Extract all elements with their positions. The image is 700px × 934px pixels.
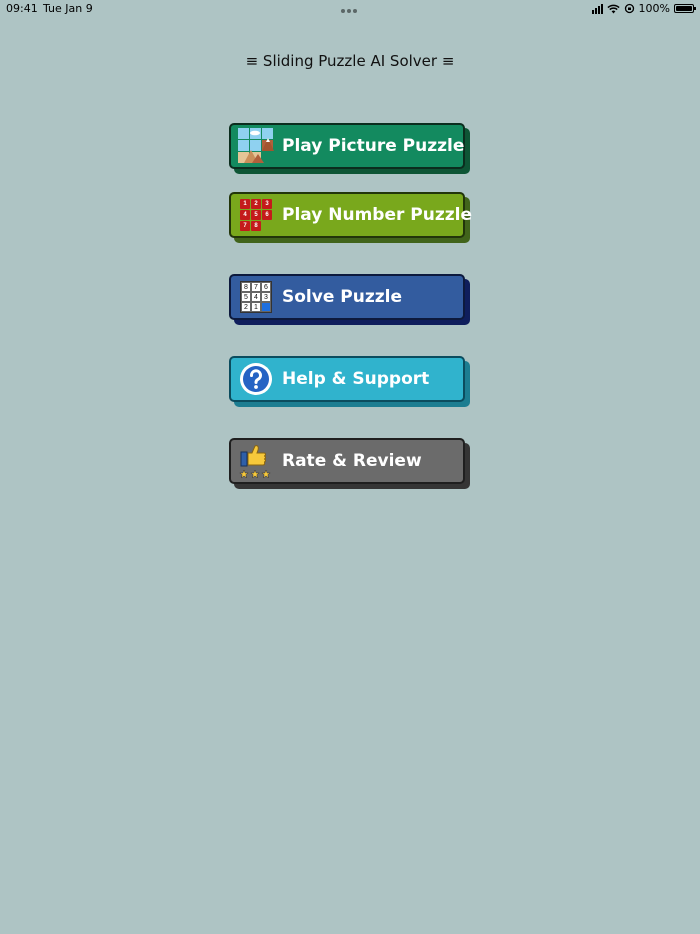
number-tile: 4 (240, 210, 250, 220)
play-picture-puzzle-label: Play Picture Puzzle (282, 136, 465, 156)
question-icon (238, 361, 274, 397)
solve-grid: 8 7 6 5 4 3 2 1 (240, 281, 272, 313)
battery-icon (674, 4, 696, 13)
number-tile: 8 (251, 221, 261, 231)
help-support-button[interactable]: Help & Support (229, 356, 465, 402)
multitasking-dots-icon[interactable] (341, 9, 357, 13)
play-number-puzzle-label: Play Number Puzzle (282, 205, 472, 225)
solve-puzzle-label: Solve Puzzle (282, 287, 402, 307)
status-date: Tue Jan 9 (43, 2, 93, 15)
app-title: ≡ Sliding Puzzle AI Solver ≡ (245, 52, 455, 70)
number-tile: 5 (251, 210, 261, 220)
wifi-icon (606, 4, 620, 13)
number-tile: 2 (251, 199, 261, 209)
number-tile: 7 (240, 221, 250, 231)
number-tile: 1 (240, 199, 250, 209)
battery-percentage: 100% (638, 2, 670, 15)
orientation-lock-icon (624, 3, 634, 14)
cellular-signal-icon (591, 3, 603, 14)
solve-grid-icon: 8 7 6 5 4 3 2 1 (238, 279, 274, 315)
solve-blank-tile (261, 302, 271, 312)
solve-tile: 3 (261, 292, 271, 302)
status-indicators: 100% (591, 2, 696, 15)
picture-puzzle-icon (238, 128, 274, 164)
solve-tile: 6 (261, 282, 271, 292)
solve-puzzle-button[interactable]: 8 7 6 5 4 3 2 1 Solve Puzzle (229, 274, 465, 320)
number-grid: 1 2 3 4 5 6 7 8 (240, 199, 272, 231)
number-grid-icon: 1 2 3 4 5 6 7 8 (238, 197, 274, 233)
rate-review-button[interactable]: Rate & Review (229, 438, 465, 484)
number-tile: 3 (262, 199, 272, 209)
play-picture-puzzle-button[interactable]: Play Picture Puzzle (229, 123, 465, 169)
thumbs-up-icon (238, 443, 274, 479)
solve-tile: 7 (251, 282, 261, 292)
solve-tile: 1 (251, 302, 261, 312)
status-bar: 09:41 Tue Jan 9 100% (0, 0, 700, 18)
solve-tile: 8 (241, 282, 251, 292)
solve-tile: 5 (241, 292, 251, 302)
number-tile: 6 (262, 210, 272, 220)
solve-tile: 4 (251, 292, 261, 302)
play-number-puzzle-button[interactable]: 1 2 3 4 5 6 7 8 Play Number Puzzle (229, 192, 472, 238)
empty-tile (262, 221, 272, 231)
help-support-label: Help & Support (282, 369, 430, 389)
solve-tile: 2 (241, 302, 251, 312)
status-time: 09:41 (6, 2, 38, 15)
rate-review-label: Rate & Review (282, 451, 422, 471)
